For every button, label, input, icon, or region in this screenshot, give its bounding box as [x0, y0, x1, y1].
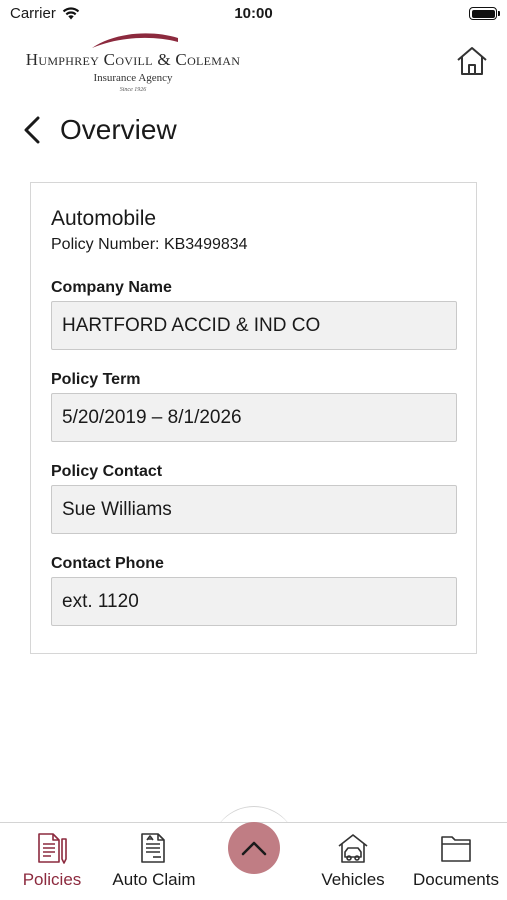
- policy-number-line: Policy Number: KB3499834: [51, 236, 248, 254]
- policies-icon: [38, 833, 67, 864]
- tab-label: Auto Claim: [112, 870, 196, 889]
- tab-label: Policies: [22, 870, 82, 889]
- policy-term-field: Policy Term 5/20/2019 – 8/1/2026: [51, 371, 457, 442]
- page-header: Overview: [22, 110, 177, 150]
- status-bar: Carrier 10:00: [0, 0, 507, 28]
- field-label: Company Name: [51, 279, 172, 296]
- tab-vehicles[interactable]: Vehicles: [313, 823, 393, 900]
- policy-contact-value: Sue Williams: [51, 485, 457, 534]
- agency-logo: Humphrey Covill & Coleman Insurance Agen…: [12, 30, 254, 98]
- field-label: Policy Contact: [51, 463, 163, 480]
- auto-claim-icon: [141, 833, 165, 863]
- clock: 10:00: [234, 5, 273, 22]
- chevron-up-icon: [241, 841, 267, 856]
- home-icon: [457, 47, 487, 75]
- contact-phone-field: Contact Phone ext. 1120: [51, 555, 457, 626]
- tab-policies[interactable]: Policies: [12, 823, 92, 900]
- policy-card: Automobile Policy Number: KB3499834 Comp…: [30, 182, 477, 654]
- policy-type: Automobile: [51, 207, 157, 230]
- field-label: Contact Phone: [51, 555, 164, 572]
- tab-label: Documents: [413, 870, 499, 889]
- expand-menu-button[interactable]: [228, 822, 280, 874]
- logo-swoosh: [92, 33, 178, 48]
- tab-auto-claim[interactable]: Auto Claim: [104, 823, 204, 900]
- documents-icon: [441, 836, 471, 862]
- contact-phone-value[interactable]: ext. 1120: [51, 577, 457, 626]
- company-name-field: Company Name HARTFORD ACCID & IND CO: [51, 279, 457, 350]
- home-button[interactable]: [455, 44, 489, 78]
- policy-number: KB3499834: [163, 236, 248, 253]
- company-name-value: HARTFORD ACCID & IND CO: [51, 301, 457, 350]
- policy-contact-field: Policy Contact Sue Williams: [51, 463, 457, 534]
- vehicles-icon: [338, 834, 368, 863]
- policy-number-label: Policy Number:: [51, 236, 160, 253]
- logo-since: Since 1926: [119, 87, 147, 93]
- tab-documents[interactable]: Documents: [405, 823, 507, 900]
- page-title: Overview: [60, 114, 177, 145]
- policy-term-value: 5/20/2019 – 8/1/2026: [51, 393, 457, 442]
- back-button[interactable]: [22, 112, 48, 148]
- tab-label: Vehicles: [321, 870, 385, 889]
- battery-icon: [469, 7, 500, 20]
- logo-subtitle: Insurance Agency: [93, 72, 173, 84]
- field-label: Policy Term: [51, 371, 141, 388]
- logo-brand-name: Humphrey Covill & Coleman: [25, 50, 241, 69]
- chevron-left-icon: [24, 116, 40, 144]
